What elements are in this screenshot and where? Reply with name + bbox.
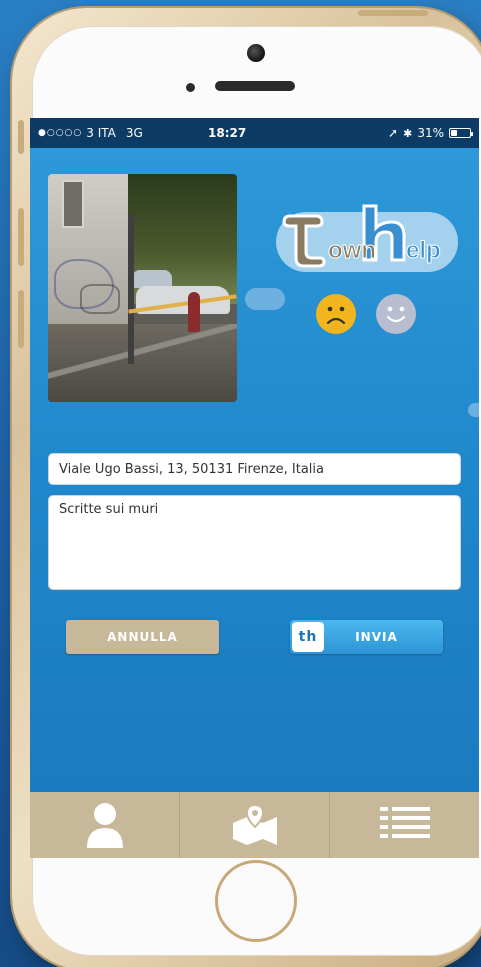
- photo-person: [188, 292, 200, 332]
- cancel-button[interactable]: ANNULLA: [66, 620, 219, 654]
- address-field[interactable]: [48, 453, 461, 485]
- townhelp-icon: th: [292, 622, 324, 652]
- svg-text:own: own: [328, 237, 376, 264]
- send-label: INVIA: [355, 630, 398, 644]
- battery-percent: 31%: [417, 126, 444, 140]
- home-button[interactable]: [215, 860, 297, 942]
- tab-map[interactable]: [180, 792, 330, 858]
- user-icon: [86, 803, 123, 848]
- svg-text:elp: elp: [406, 237, 441, 264]
- battery-icon: [449, 128, 473, 138]
- front-camera: [247, 44, 265, 62]
- cloud-decoration: [245, 288, 285, 310]
- photo-curb: [48, 324, 237, 394]
- proximity-sensor: [186, 83, 195, 92]
- photo-graffiti: [80, 284, 120, 314]
- earpiece-speaker: [215, 81, 295, 91]
- app-screen: ●○○○○ 3 ITA 3G 18:27 ➚ ✱ 31% own elp Via…: [30, 118, 479, 858]
- tab-list[interactable]: [330, 792, 479, 858]
- description-field[interactable]: Scritte sui muri: [48, 495, 461, 590]
- send-button[interactable]: th INVIA: [290, 620, 443, 654]
- signal-icon: ●○○○○: [38, 128, 83, 138]
- photo-window: [62, 180, 84, 228]
- status-left: ●○○○○ 3 ITA 3G: [38, 126, 208, 140]
- townhelp-logo: own elp: [276, 202, 458, 272]
- status-bar: ●○○○○ 3 ITA 3G 18:27 ➚ ✱ 31%: [30, 118, 479, 148]
- tab-bar: [30, 792, 479, 858]
- logo-wordmark: own elp: [282, 204, 441, 268]
- battery-fill: [451, 130, 457, 136]
- cloud-decoration: [468, 403, 479, 417]
- status-right: ➚ ✱ 31%: [388, 126, 473, 140]
- photo-pole: [128, 214, 134, 364]
- carrier-label: 3 ITA: [86, 126, 116, 140]
- mute-switch: [18, 120, 24, 154]
- happy-face-icon[interactable]: [376, 294, 416, 334]
- sad-face-icon[interactable]: [316, 294, 356, 334]
- volume-down-button: [18, 290, 24, 348]
- bluetooth-icon: ✱: [403, 126, 413, 140]
- network-label: 3G: [125, 126, 143, 140]
- location-arrow-icon: ➚: [388, 126, 399, 140]
- list-icon: [379, 807, 430, 838]
- cancel-label: ANNULLA: [107, 630, 178, 644]
- tab-profile[interactable]: [30, 792, 180, 858]
- map-pin-icon: [232, 803, 277, 845]
- report-photo[interactable]: [48, 174, 237, 402]
- clock: 18:27: [208, 126, 247, 140]
- power-button: [358, 10, 428, 16]
- volume-up-button: [18, 208, 24, 266]
